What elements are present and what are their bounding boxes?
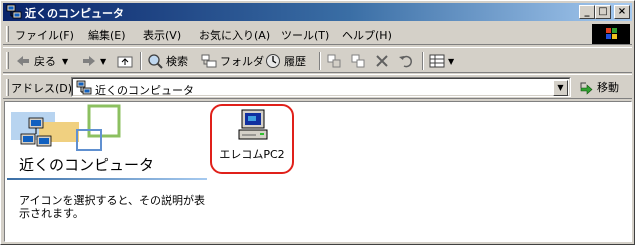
computer-icon [238, 109, 268, 140]
view-title-rule [7, 178, 207, 180]
copy-to-button[interactable] [350, 53, 369, 69]
explorer-window: 近くのコンピュータ _ □ × ファイル(F) 編集(E) 表示(V) お気に入… [0, 0, 635, 245]
menu-favorites[interactable]: お気に入り(A) [199, 27, 270, 43]
address-value: 近くのコンピュータ [95, 84, 194, 97]
minimize-button[interactable]: _ [579, 5, 595, 19]
up-folder-button[interactable] [117, 53, 136, 69]
history-label: 履歴 [284, 55, 306, 68]
close-button[interactable]: × [614, 5, 630, 19]
address-dropdown-button[interactable]: ▼ [553, 80, 568, 96]
network-neighborhood-icon [76, 80, 92, 95]
title-bar[interactable]: 近くのコンピュータ _ □ × [3, 3, 632, 21]
folder-web-view: 近くのコンピュータ アイコンを選択すると、その説明が表示されます。 [5, 102, 208, 241]
copy-to-icon [351, 54, 365, 68]
forward-dropdown-icon[interactable]: ▼ [100, 57, 106, 66]
window-title: 近くのコンピュータ [25, 7, 124, 20]
addressbar-grip[interactable] [6, 79, 9, 96]
toolbar-separator [319, 52, 321, 70]
views-grid-icon [429, 54, 445, 68]
search-icon [148, 54, 163, 69]
views-dropdown-icon[interactable]: ▼ [448, 57, 454, 66]
network-banner-icon [11, 104, 121, 151]
history-icon [266, 54, 280, 68]
toolbar-grip[interactable] [6, 52, 9, 69]
menubar-grip[interactable] [6, 26, 9, 42]
address-field[interactable]: 近くのコンピュータ ▼ [71, 77, 571, 97]
address-label: アドレス(D) [11, 82, 73, 95]
undo-button[interactable] [398, 53, 417, 69]
content-pane: 近くのコンピュータ アイコンを選択すると、その説明が表示されます。 エレコムPC… [4, 101, 632, 242]
view-title: 近くのコンピュータ [19, 156, 155, 174]
folders-icon [201, 54, 217, 68]
view-description: アイコンを選択すると、その説明が表示されます。 [19, 194, 206, 220]
move-to-icon [327, 54, 341, 68]
back-button[interactable]: 戻る ▼ [15, 53, 68, 69]
search-button[interactable]: 検索 [147, 53, 188, 69]
move-to-button[interactable] [326, 53, 345, 69]
toolbar-separator [140, 52, 142, 70]
menu-edit[interactable]: 編集(E) [88, 27, 126, 43]
address-bar: アドレス(D) 近くのコンピュータ ▼ 移動 [3, 74, 632, 99]
views-button[interactable]: ▼ [429, 53, 454, 69]
windows-logo-icon [592, 24, 630, 44]
forward-arrow-icon [83, 56, 95, 66]
forward-button[interactable]: ▼ [81, 53, 106, 69]
back-dropdown-icon[interactable]: ▼ [62, 57, 68, 66]
menu-help[interactable]: ヘルプ(H) [342, 27, 392, 43]
search-label: 検索 [166, 55, 188, 68]
computer-item[interactable]: エレコムPC2 [210, 104, 294, 174]
standard-toolbar: 戻る ▼ ▼ 検索 フォルダ 履歴 ▼ [3, 47, 632, 73]
go-arrow-icon [580, 82, 593, 95]
undo-icon [399, 55, 413, 68]
back-label: 戻る [34, 55, 56, 68]
menu-bar: ファイル(F) 編集(E) 表示(V) お気に入り(A) ツール(T) ヘルプ(… [3, 23, 632, 45]
history-button[interactable]: 履歴 [265, 53, 306, 69]
menu-tools[interactable]: ツール(T) [281, 27, 329, 43]
back-arrow-icon [17, 56, 29, 66]
delete-button[interactable] [374, 53, 393, 69]
go-button[interactable]: 移動 [578, 79, 619, 95]
computer-item-label: エレコムPC2 [219, 148, 285, 161]
go-label: 移動 [597, 81, 619, 94]
toolbar-separator [422, 52, 424, 70]
delete-x-icon [376, 55, 388, 67]
menu-file[interactable]: ファイル(F) [15, 27, 74, 43]
maximize-button[interactable]: □ [595, 5, 611, 19]
menu-view[interactable]: 表示(V) [143, 27, 181, 43]
folders-label: フォルダ [220, 55, 264, 68]
up-folder-icon [117, 56, 133, 68]
folders-button[interactable]: フォルダ [201, 53, 264, 69]
network-neighborhood-icon [6, 4, 22, 19]
